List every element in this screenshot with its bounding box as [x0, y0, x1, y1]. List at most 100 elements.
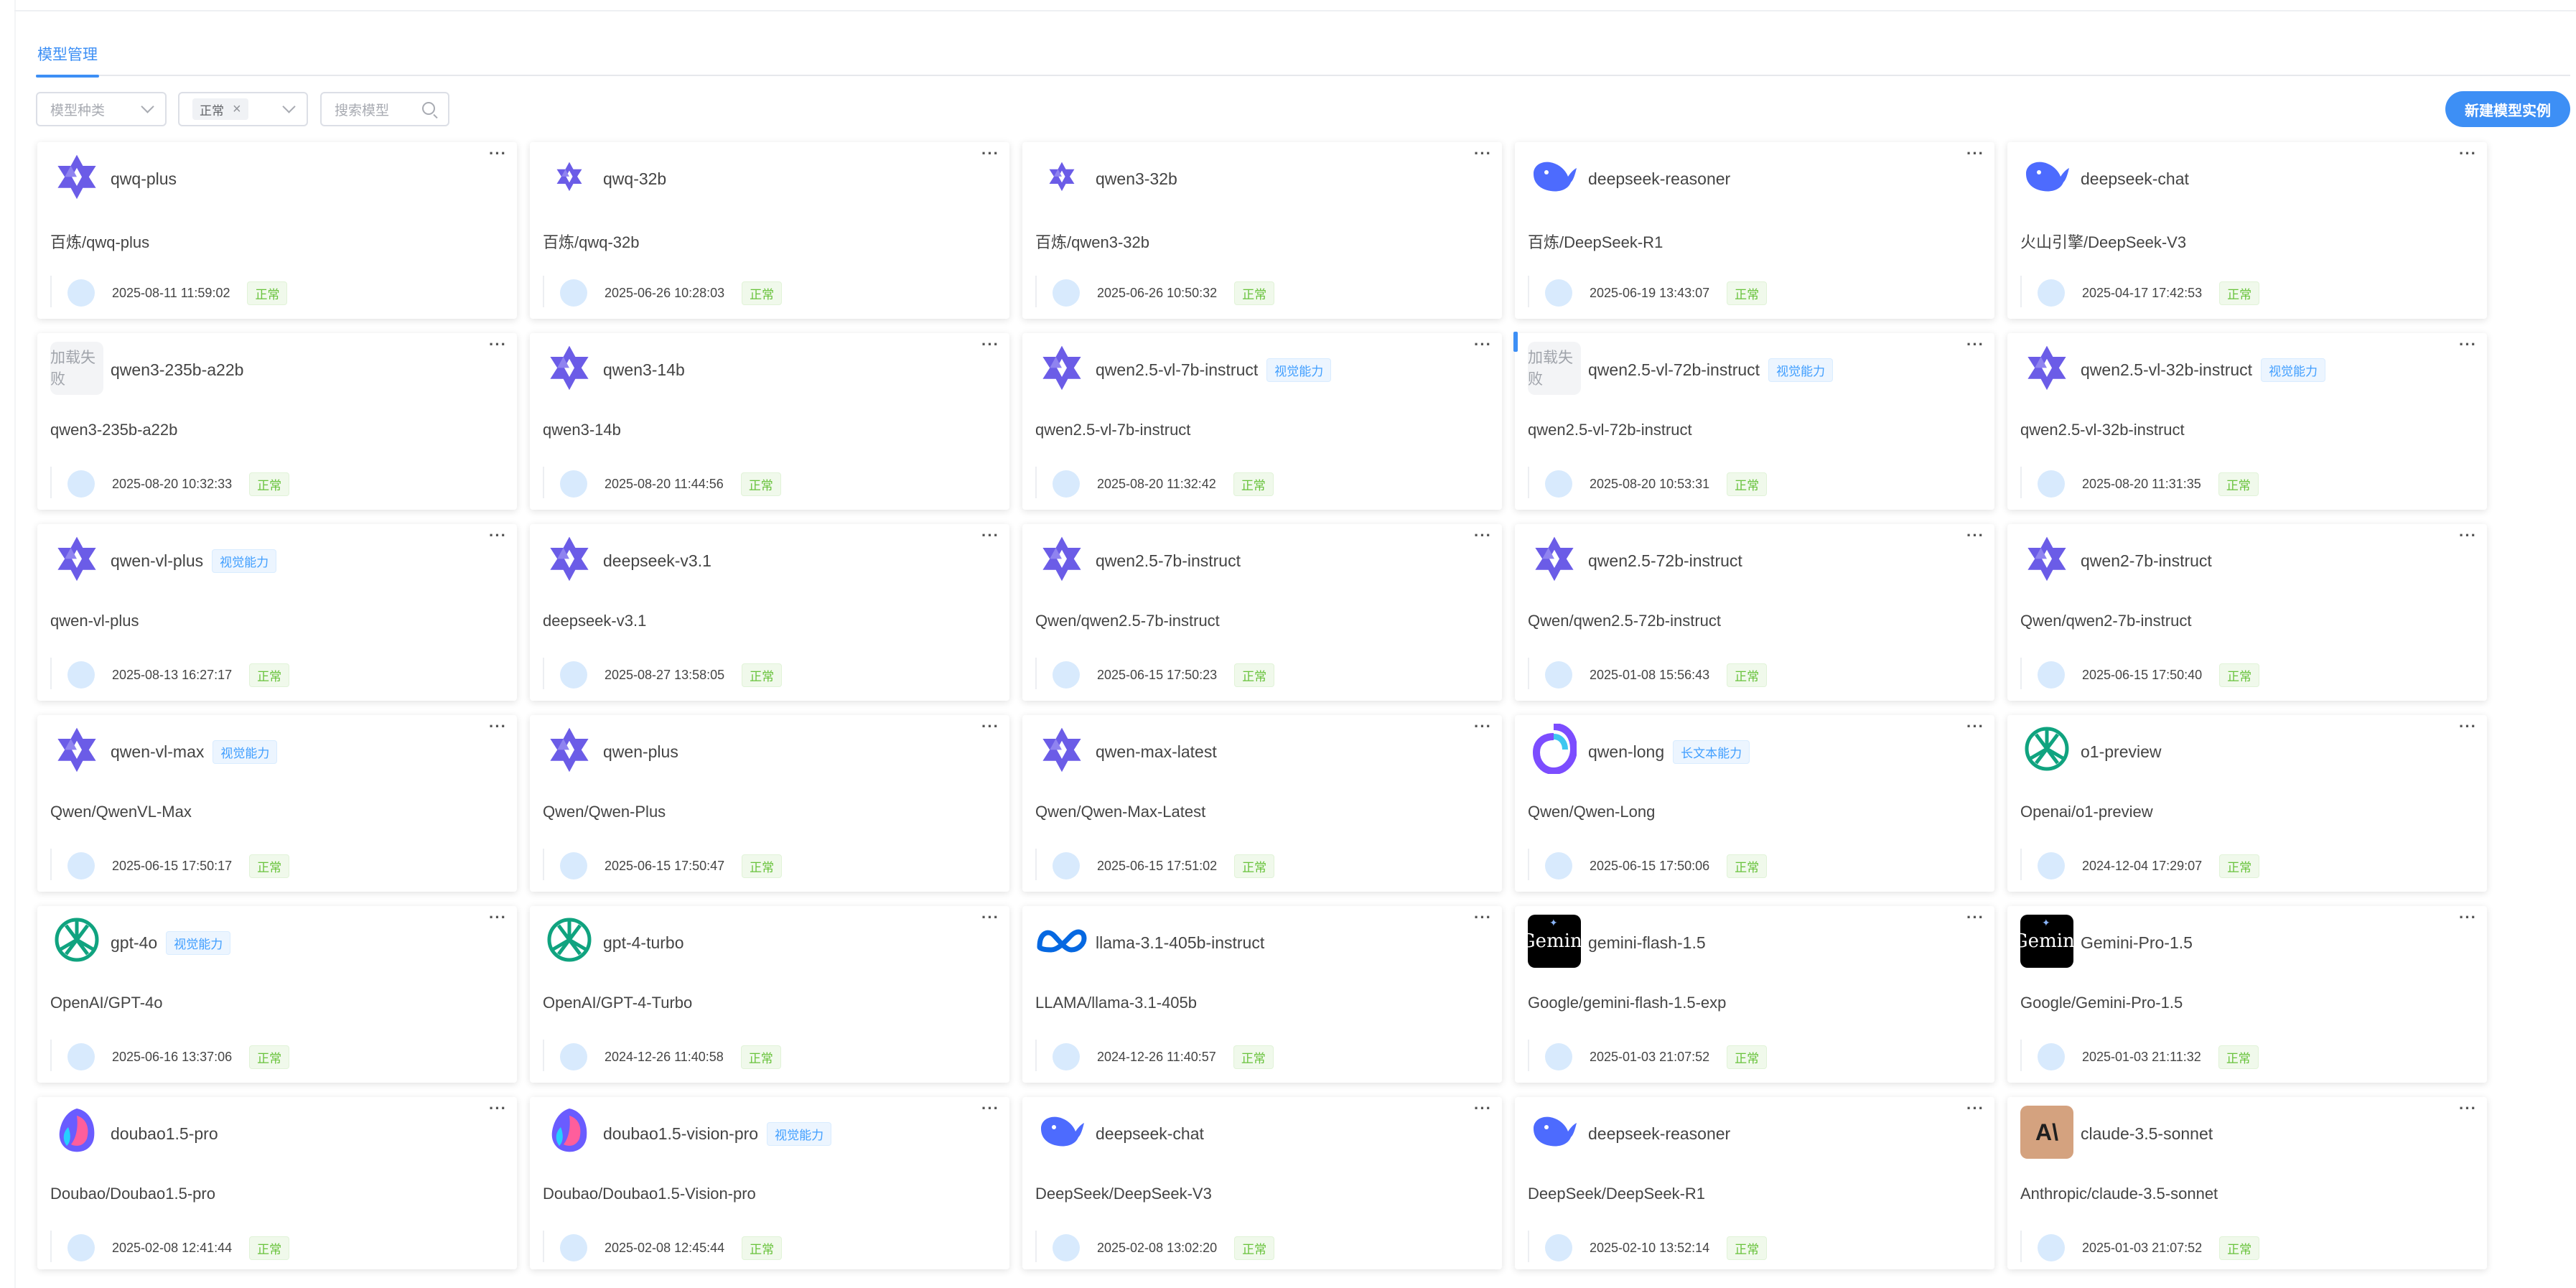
model-card[interactable]: ··· qwen-vl-max 视觉能力 Qwen/QwenVL-Max 202… — [37, 715, 517, 892]
more-icon[interactable]: ··· — [2459, 1101, 2477, 1116]
more-icon[interactable]: ··· — [1474, 1101, 1492, 1116]
more-icon[interactable]: ··· — [1966, 910, 1984, 925]
created-timestamp: 2025-06-15 17:50:06 — [1590, 858, 1710, 873]
model-card[interactable]: ··· qwen3-32b 百炼/qwen3-32b 2025-06-26 10… — [1022, 142, 1502, 319]
model-name: deepseek-reasoner — [1588, 1124, 1731, 1143]
model-card[interactable]: ··· 加载失败 qwen3-235b-a22b qwen3-235b-a22b… — [37, 333, 517, 510]
model-card[interactable]: ··· deepseek-reasoner DeepSeek/DeepSeek-… — [1515, 1097, 1994, 1269]
model-name-row: qwen-long 长文本能力 — [1588, 739, 1750, 764]
qwen-icon — [2022, 342, 2072, 396]
search-input[interactable]: 搜索模型 — [320, 92, 449, 126]
more-icon[interactable]: ··· — [981, 146, 999, 162]
more-icon[interactable]: ··· — [1966, 146, 1984, 162]
tab-model-management[interactable]: 模型管理 — [36, 43, 99, 78]
created-timestamp: 2025-08-20 11:44:56 — [605, 476, 724, 491]
model-card[interactable]: ··· qwq-plus 百炼/qwq-plus 2025-08-11 11:5… — [37, 142, 517, 319]
model-provider-path: Google/Gemini-Pro-1.5 — [2020, 994, 2183, 1012]
avatar — [67, 470, 95, 498]
model-card[interactable]: ··· deepseek-v3.1 deepseek-v3.1 2025-08-… — [530, 524, 1009, 701]
more-icon[interactable]: ··· — [489, 719, 507, 734]
model-card[interactable]: ··· A\ claude-3.5-sonnet Anthropic/claud… — [2007, 1097, 2487, 1269]
model-card[interactable]: ··· qwen2.5-vl-7b-instruct 视觉能力 qwen2.5-… — [1022, 333, 1502, 510]
more-icon[interactable]: ··· — [1966, 337, 1984, 353]
model-card[interactable]: ··· o1-preview Openai/o1-preview 2024-12… — [2007, 715, 2487, 892]
status-badge: 正常 — [2219, 281, 2260, 305]
model-card[interactable]: ··· qwen-long 长文本能力 Qwen/Qwen-Long 2025-… — [1515, 715, 1994, 892]
more-icon[interactable]: ··· — [981, 1101, 999, 1116]
avatar — [560, 661, 587, 689]
model-name: Gemini-Pro-1.5 — [2081, 933, 2193, 952]
model-card[interactable]: ··· qwen-vl-plus 视觉能力 qwen-vl-plus 2025-… — [37, 524, 517, 701]
model-card[interactable]: ··· doubao1.5-vision-pro 视觉能力 Doubao/Dou… — [530, 1097, 1009, 1269]
capability-badge: 视觉能力 — [1266, 358, 1332, 382]
status-badge: 正常 — [1727, 1045, 1768, 1069]
more-icon[interactable]: ··· — [1474, 719, 1492, 734]
avatar — [1053, 852, 1080, 879]
model-card[interactable]: ··· deepseek-reasoner 百炼/DeepSeek-R1 202… — [1515, 142, 1994, 319]
qwen-icon — [1037, 724, 1087, 778]
model-card[interactable]: ··· qwq-32b 百炼/qwq-32b 2025-06-26 10:28:… — [530, 142, 1009, 319]
more-icon[interactable]: ··· — [981, 910, 999, 925]
model-name-row: deepseek-reasoner — [1588, 168, 1730, 190]
model-card[interactable]: ··· gpt-4o 视觉能力 OpenAI/GPT-4o 2025-06-16… — [37, 906, 517, 1083]
more-icon[interactable]: ··· — [1474, 910, 1492, 925]
model-card[interactable]: ··· Gemini Gemini-Pro-1.5 Google/Gemini-… — [2007, 906, 2487, 1083]
status-badge: 正常 — [1727, 854, 1768, 878]
model-name: qwen-vl-max — [111, 742, 205, 761]
model-card[interactable]: ··· qwen2-7b-instruct Qwen/qwen2-7b-inst… — [2007, 524, 2487, 701]
model-card[interactable]: ··· qwen-max-latest Qwen/Qwen-Max-Latest… — [1022, 715, 1502, 892]
model-card[interactable]: ··· llama-3.1-405b-instruct LLAMA/llama-… — [1022, 906, 1502, 1083]
avatar — [1545, 1234, 1572, 1261]
model-card[interactable]: ··· deepseek-chat 火山引擎/DeepSeek-V3 2025-… — [2007, 142, 2487, 319]
more-icon[interactable]: ··· — [981, 337, 999, 353]
more-icon[interactable]: ··· — [1474, 337, 1492, 353]
created-timestamp: 2024-12-26 11:40:58 — [605, 1049, 724, 1064]
model-card[interactable]: ··· qwen2.5-7b-instruct Qwen/qwen2.5-7b-… — [1022, 524, 1502, 701]
avatar — [1053, 470, 1080, 498]
model-card[interactable]: ··· Gemini gemini-flash-1.5 Google/gemin… — [1515, 906, 1994, 1083]
more-icon[interactable]: ··· — [2459, 337, 2477, 353]
model-card[interactable]: ··· gpt-4-turbo OpenAI/GPT-4-Turbo 2024-… — [530, 906, 1009, 1083]
more-icon[interactable]: ··· — [1474, 146, 1492, 162]
more-icon[interactable]: ··· — [489, 528, 507, 543]
more-icon[interactable]: ··· — [1966, 719, 1984, 734]
model-card[interactable]: ··· deepseek-chat DeepSeek/DeepSeek-V3 2… — [1022, 1097, 1502, 1269]
more-icon[interactable]: ··· — [2459, 528, 2477, 543]
more-icon[interactable]: ··· — [489, 910, 507, 925]
more-icon[interactable]: ··· — [489, 146, 507, 162]
search-icon[interactable] — [422, 102, 435, 115]
model-name: qwen2.5-vl-32b-instruct — [2081, 360, 2253, 379]
more-icon[interactable]: ··· — [1474, 528, 1492, 543]
avatar — [560, 852, 587, 879]
model-logo — [1528, 533, 1581, 586]
more-icon[interactable]: ··· — [2459, 910, 2477, 925]
model-name: qwq-32b — [603, 169, 667, 188]
new-model-instance-button[interactable]: 新建模型实例 — [2445, 91, 2570, 127]
more-icon[interactable]: ··· — [489, 337, 507, 353]
more-icon[interactable]: ··· — [2459, 719, 2477, 734]
more-icon[interactable]: ··· — [981, 528, 999, 543]
model-type-select[interactable]: 模型种类 — [36, 92, 167, 126]
close-icon[interactable]: × — [233, 102, 241, 116]
model-card[interactable]: ··· qwen2.5-72b-instruct Qwen/qwen2.5-72… — [1515, 524, 1994, 701]
more-icon[interactable]: ··· — [1966, 528, 1984, 543]
more-icon[interactable]: ··· — [489, 1101, 507, 1116]
status-badge: 正常 — [1234, 854, 1275, 878]
openai-icon — [52, 915, 102, 969]
model-card[interactable]: ··· 加载失败 qwen2.5-vl-72b-instruct 视觉能力 qw… — [1513, 332, 1994, 510]
model-logo: 加载失败 — [1528, 342, 1581, 395]
model-card[interactable]: ··· qwen3-14b qwen3-14b 2025-08-20 11:44… — [530, 333, 1009, 510]
model-card[interactable]: ··· qwen2.5-vl-32b-instruct 视觉能力 qwen2.5… — [2007, 333, 2487, 510]
model-card[interactable]: ··· qwen-plus Qwen/Qwen-Plus 2025-06-15 … — [530, 715, 1009, 892]
model-name: qwen-max-latest — [1096, 742, 1217, 761]
created-timestamp: 2025-02-08 13:02:20 — [1097, 1240, 1218, 1255]
avatar — [2038, 852, 2065, 879]
more-icon[interactable]: ··· — [981, 719, 999, 734]
model-card[interactable]: ··· doubao1.5-pro Doubao/Doubao1.5-pro 2… — [37, 1097, 517, 1269]
status-select[interactable]: 正常 × — [178, 92, 308, 126]
more-icon[interactable]: ··· — [2459, 146, 2477, 162]
model-provider-path: Anthropic/claude-3.5-sonnet — [2020, 1185, 2218, 1203]
model-name: llama-3.1-405b-instruct — [1096, 933, 1265, 952]
qwen-icon — [52, 533, 102, 587]
more-icon[interactable]: ··· — [1966, 1101, 1984, 1116]
